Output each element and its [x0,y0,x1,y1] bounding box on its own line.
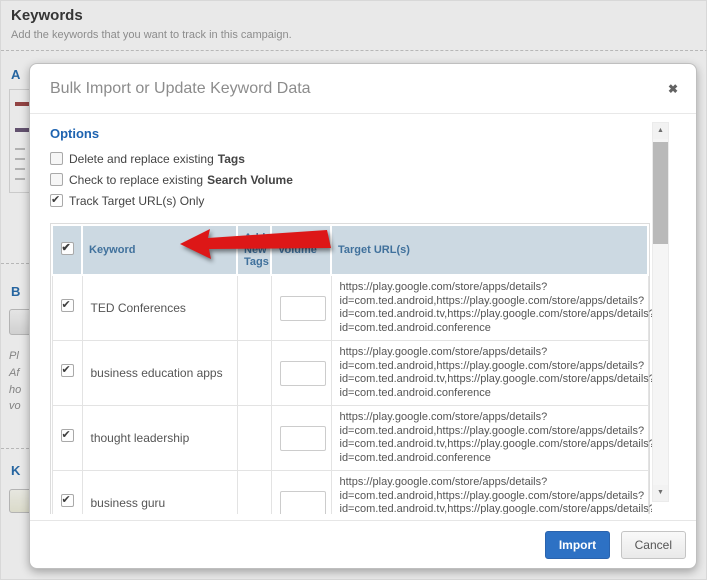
url-text: id=com.ted.android.tv,https://play.googl… [340,503,640,514]
url-text: https://play.google.com/store/apps/detai… [340,281,640,295]
url-text: id=com.ted.android.tv,https://play.googl… [340,438,640,452]
options-heading: Options [50,126,652,141]
url-text: id=com.ted.android,https://play.google.c… [340,425,640,439]
url-text: id=com.ted.android.conference [340,387,640,401]
scrollbar-up-icon[interactable]: ▲ [653,123,668,139]
option-replace-volume: Check to replace existing Search Volume [50,169,652,190]
modal-title: Bulk Import or Update Keyword Data [50,80,668,98]
option-label: Track Target URL(s) Only [69,194,204,208]
row-checkbox[interactable] [61,299,74,312]
row-checkbox[interactable] [61,429,74,442]
table-row: business guru https://play.google.com/st… [52,471,648,515]
volume-input[interactable] [280,426,326,451]
modal-footer: Import Cancel [30,520,696,568]
volume-input[interactable] [280,296,326,321]
checkbox-delete-tags[interactable] [50,152,63,165]
select-all-checkbox[interactable] [61,242,74,255]
bulk-import-modal: Bulk Import or Update Keyword Data ✖ Opt… [29,63,697,569]
add-tags-cell [237,406,271,471]
keyword-cell: TED Conferences [82,275,237,341]
url-text: id=com.ted.android,https://play.google.c… [340,360,640,374]
add-tags-cell [237,275,271,341]
checkbox-replace-volume[interactable] [50,173,63,186]
table-row: business education apps https://play.goo… [52,341,648,406]
option-label-bold: Tags [218,152,245,166]
scrollbar-down-icon[interactable]: ▼ [653,485,668,501]
scrollbar-thumb[interactable] [653,142,668,244]
keyword-cell: business education apps [82,341,237,406]
target-urls-cell: https://play.google.com/store/apps/detai… [331,471,648,515]
url-text: id=com.ted.android.conference [340,452,640,466]
volume-input[interactable] [280,361,326,386]
option-track-urls-only: Track Target URL(s) Only [50,190,652,211]
keyword-cell: business guru [82,471,237,515]
table-header-row: Keyword Add New Tags Volume Target URL(s… [52,225,648,275]
import-button[interactable]: Import [545,531,610,559]
url-text: https://play.google.com/store/apps/detai… [340,411,640,425]
cancel-button[interactable]: Cancel [621,531,686,559]
url-text: id=com.ted.android.tv,https://play.googl… [340,308,640,322]
row-checkbox[interactable] [61,364,74,377]
target-urls-cell: https://play.google.com/store/apps/detai… [331,406,648,471]
checkbox-track-urls-only[interactable] [50,194,63,207]
close-icon[interactable]: ✖ [668,82,678,96]
modal-body: Options Delete and replace existing Tags… [30,114,696,520]
scrollbar-track[interactable]: ▲ ▼ [652,122,669,502]
scroll-area: Options Delete and replace existing Tags… [50,124,652,514]
add-tags-cell [237,471,271,515]
volume-input[interactable] [280,491,326,515]
keyword-cell: thought leadership [82,406,237,471]
keywords-table: Keyword Add New Tags Volume Target URL(s… [50,223,650,514]
target-urls-cell: https://play.google.com/store/apps/detai… [331,341,648,406]
url-text: id=com.ted.android.conference [340,322,640,336]
add-tags-cell [237,341,271,406]
row-checkbox[interactable] [61,494,74,507]
modal-header: Bulk Import or Update Keyword Data ✖ [30,64,696,114]
col-header-target-urls: Target URL(s) [331,225,648,275]
option-delete-tags: Delete and replace existing Tags [50,148,652,169]
table-row: TED Conferences https://play.google.com/… [52,275,648,341]
url-text: id=com.ted.android,https://play.google.c… [340,490,640,504]
red-arrow-annotation [180,226,332,262]
url-text: id=com.ted.android.tv,https://play.googl… [340,373,640,387]
url-text: https://play.google.com/store/apps/detai… [340,476,640,490]
target-urls-cell: https://play.google.com/store/apps/detai… [331,275,648,341]
url-text: https://play.google.com/store/apps/detai… [340,346,640,360]
red-arrow-icon [180,226,332,262]
option-label: Check to replace existing [69,173,203,187]
url-text: id=com.ted.android,https://play.google.c… [340,295,640,309]
option-label: Delete and replace existing [69,152,214,166]
table-row: thought leadership https://play.google.c… [52,406,648,471]
option-label-bold: Search Volume [207,173,293,187]
